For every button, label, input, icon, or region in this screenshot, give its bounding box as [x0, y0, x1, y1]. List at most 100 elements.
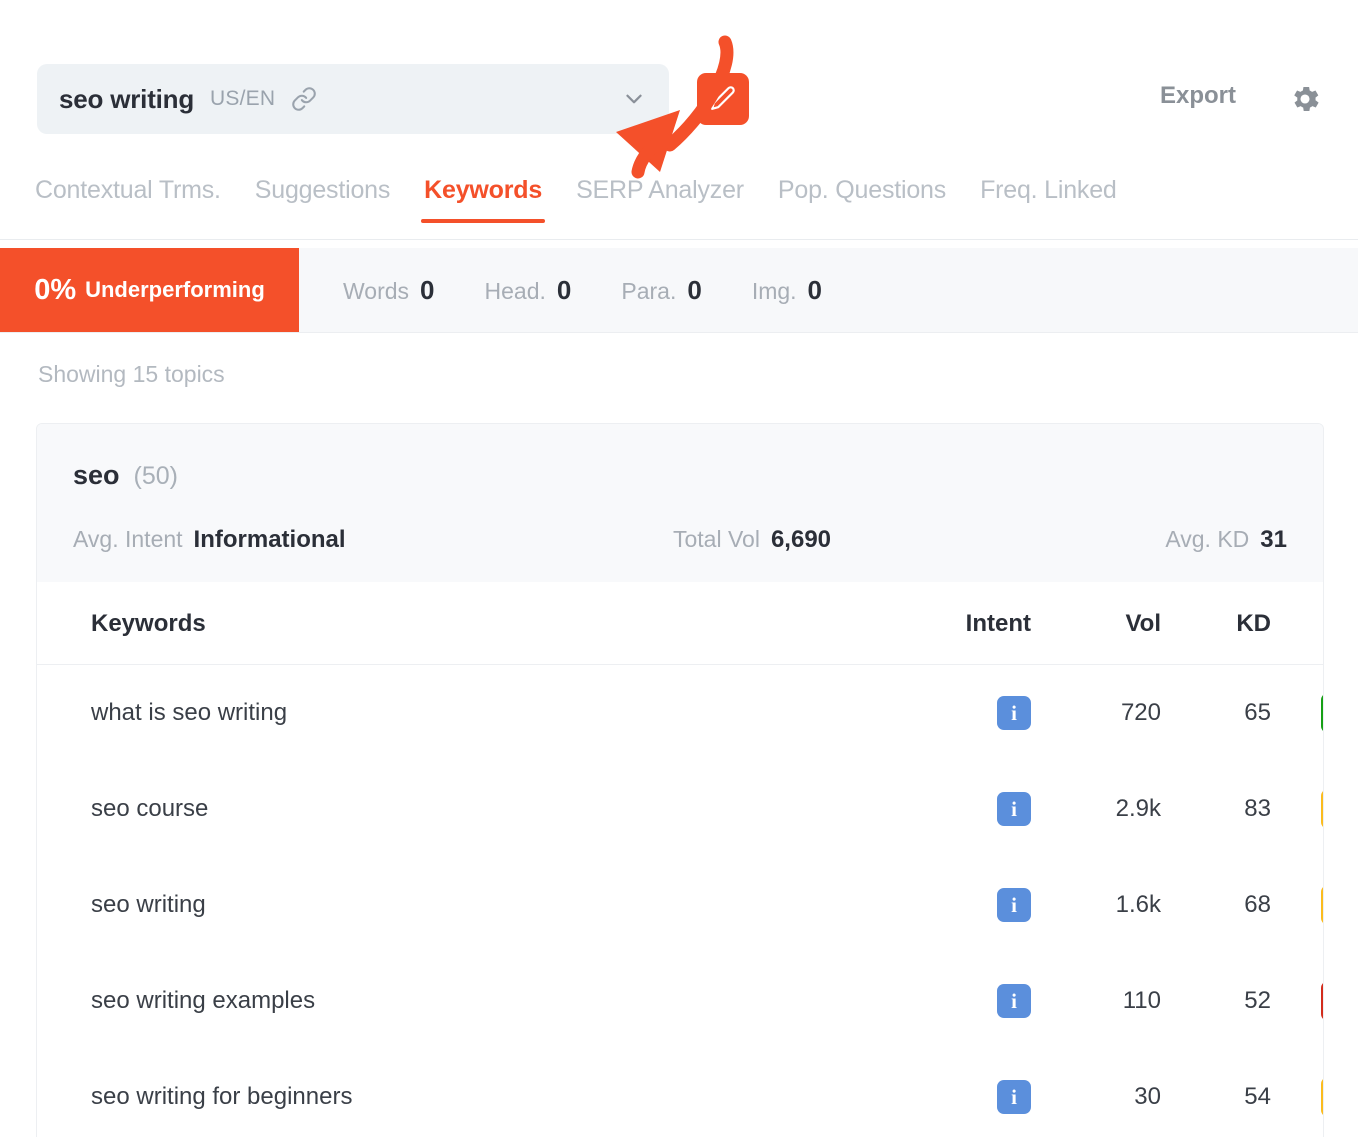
intent-cell: i [881, 1049, 1031, 1137]
column-header-kd[interactable]: KD [1161, 582, 1271, 665]
kd-cell: 54 [1244, 1083, 1271, 1110]
metric-label: Avg. Intent [73, 526, 183, 552]
stat-value: 0 [556, 274, 572, 305]
tab-bar: Contextual Trms. Suggestions Keywords SE… [0, 176, 1358, 240]
stats-bar: 0% Underperforming Words 0 Head. 0 Para.… [0, 248, 1358, 333]
column-header-vol[interactable]: Vol [1031, 582, 1161, 665]
table-header-row: Keywords Intent Vol KD OS [37, 582, 1323, 665]
os-cell: 53 [1271, 1049, 1323, 1137]
table-row[interactable]: seo writing i 1.6k 68 47 [37, 857, 1323, 953]
top-toolbar: seo writing US/EN Export [0, 0, 1358, 179]
kd-cell: 52 [1244, 987, 1271, 1014]
volume-cell: 110 [1122, 987, 1161, 1014]
tab-suggestions[interactable]: Suggestions [238, 176, 407, 223]
gear-icon[interactable] [1284, 78, 1326, 120]
metric-value: 31 [1260, 526, 1287, 553]
intent-cell: i [881, 857, 1031, 953]
intent-cell: i [881, 761, 1031, 857]
showing-topics-label: Showing 15 topics [38, 361, 225, 387]
column-header-keywords[interactable]: Keywords [37, 582, 881, 665]
performance-percent: 0% [34, 273, 77, 306]
column-header-intent[interactable]: Intent [881, 582, 1031, 665]
topic-title-row: seo (50) [73, 460, 1287, 491]
metric-avg-kd: Avg. KD 31 [1165, 526, 1287, 554]
tab-contextual-trms[interactable]: Contextual Trms. [18, 176, 238, 223]
export-button[interactable]: Export [1160, 82, 1236, 110]
os-cell: 47 [1271, 857, 1323, 953]
tab-serp-analyzer[interactable]: SERP Analyzer [559, 176, 761, 223]
informational-intent-icon[interactable]: i [997, 888, 1031, 922]
stat-paragraphs: Para. 0 [621, 275, 701, 306]
kd-cell: 68 [1244, 891, 1271, 918]
table-header: Keywords Intent Vol KD OS [37, 582, 1323, 665]
pencil-icon [710, 85, 736, 114]
os-cell: 36 [1271, 953, 1323, 1049]
informational-intent-icon[interactable]: i [997, 792, 1031, 826]
os-score-badge: 91 [1321, 693, 1323, 733]
chevron-down-icon[interactable] [621, 86, 647, 112]
table-body: what is seo writing i 720 65 91 seo course i 2.… [37, 665, 1323, 1137]
column-header-os[interactable]: OS [1271, 582, 1323, 665]
topic-card: seo (50) Avg. Intent Informational Total… [36, 423, 1324, 1137]
os-score-badge: 53 [1321, 1077, 1323, 1117]
intent-cell: i [881, 953, 1031, 1049]
performance-badge[interactable]: 0% Underperforming [0, 248, 299, 332]
kd-cell: 83 [1244, 795, 1271, 822]
tab-keywords[interactable]: Keywords [407, 176, 559, 223]
volume-cell: 720 [1120, 699, 1161, 726]
metric-value: Informational [193, 526, 346, 553]
search-bar[interactable]: seo writing US/EN [37, 64, 669, 134]
keyword-cell: seo writing examples [91, 987, 316, 1014]
metric-label: Total Vol [673, 526, 760, 552]
kd-cell: 65 [1244, 699, 1271, 726]
table-row[interactable]: seo writing examples i 110 52 36 [37, 953, 1323, 1049]
metric-total-vol: Total Vol 6,690 [673, 526, 1165, 554]
topic-card-header: seo (50) Avg. Intent Informational Total… [37, 424, 1323, 582]
keyword-cell: seo writing [91, 891, 206, 918]
table-row[interactable]: seo writing for beginners i 30 54 53 [37, 1049, 1323, 1137]
informational-intent-icon[interactable]: i [997, 1080, 1031, 1114]
metric-value: 6,690 [770, 526, 832, 553]
tab-freq-linked[interactable]: Freq. Linked [963, 176, 1134, 223]
os-score-badge: 47 [1321, 885, 1323, 925]
os-cell: 91 [1271, 665, 1323, 762]
os-score-badge: 36 [1321, 981, 1323, 1021]
tab-pop-questions[interactable]: Pop. Questions [761, 176, 963, 223]
stat-label: Para. [621, 277, 677, 304]
stat-value: 0 [687, 274, 702, 305]
volume-cell: 30 [1134, 1083, 1161, 1110]
stat-headings: Head. 0 [485, 275, 572, 306]
link-icon[interactable] [291, 86, 317, 112]
table-row[interactable]: seo course i 2.9k 83 46 [37, 761, 1323, 857]
stat-label: Words [343, 277, 410, 304]
intent-cell: i [881, 665, 1031, 762]
topic-title: seo [73, 460, 120, 490]
os-cell: 46 [1271, 761, 1323, 857]
app-root: seo writing US/EN Export Contextual Trms… [0, 0, 1358, 1137]
stat-list: Words 0 Head. 0 Para. 0 Img. 0 [299, 248, 822, 332]
stat-value: 0 [420, 274, 435, 305]
metric-label: Avg. KD [1165, 526, 1250, 552]
stat-label: Img. [751, 277, 797, 304]
locale-label: US/EN [210, 87, 276, 110]
topic-count: (50) [133, 462, 178, 490]
volume-cell: 2.9k [1115, 795, 1161, 822]
stat-images: Img. 0 [752, 275, 822, 306]
metric-avg-intent: Avg. Intent Informational [73, 526, 673, 554]
informational-intent-icon[interactable]: i [997, 984, 1031, 1018]
keyword-cell: what is seo writing [91, 699, 288, 726]
informational-intent-icon[interactable]: i [997, 696, 1031, 730]
topic-metrics: Avg. Intent Informational Total Vol 6,69… [73, 526, 1287, 554]
edit-button[interactable] [697, 73, 749, 125]
os-score-badge: 46 [1321, 789, 1323, 829]
stat-label: Head. [484, 277, 546, 304]
stat-value: 0 [807, 274, 823, 305]
search-term: seo writing [59, 83, 195, 114]
performance-label: Underperforming [85, 277, 265, 302]
keyword-cell: seo course [91, 795, 209, 822]
stat-words: Words 0 [343, 275, 435, 306]
table-row[interactable]: what is seo writing i 720 65 91 [37, 665, 1323, 762]
keywords-table: Keywords Intent Vol KD OS what is seo wr… [37, 582, 1323, 1137]
volume-cell: 1.6k [1115, 891, 1161, 918]
keyword-cell: seo writing for beginners [91, 1083, 353, 1110]
